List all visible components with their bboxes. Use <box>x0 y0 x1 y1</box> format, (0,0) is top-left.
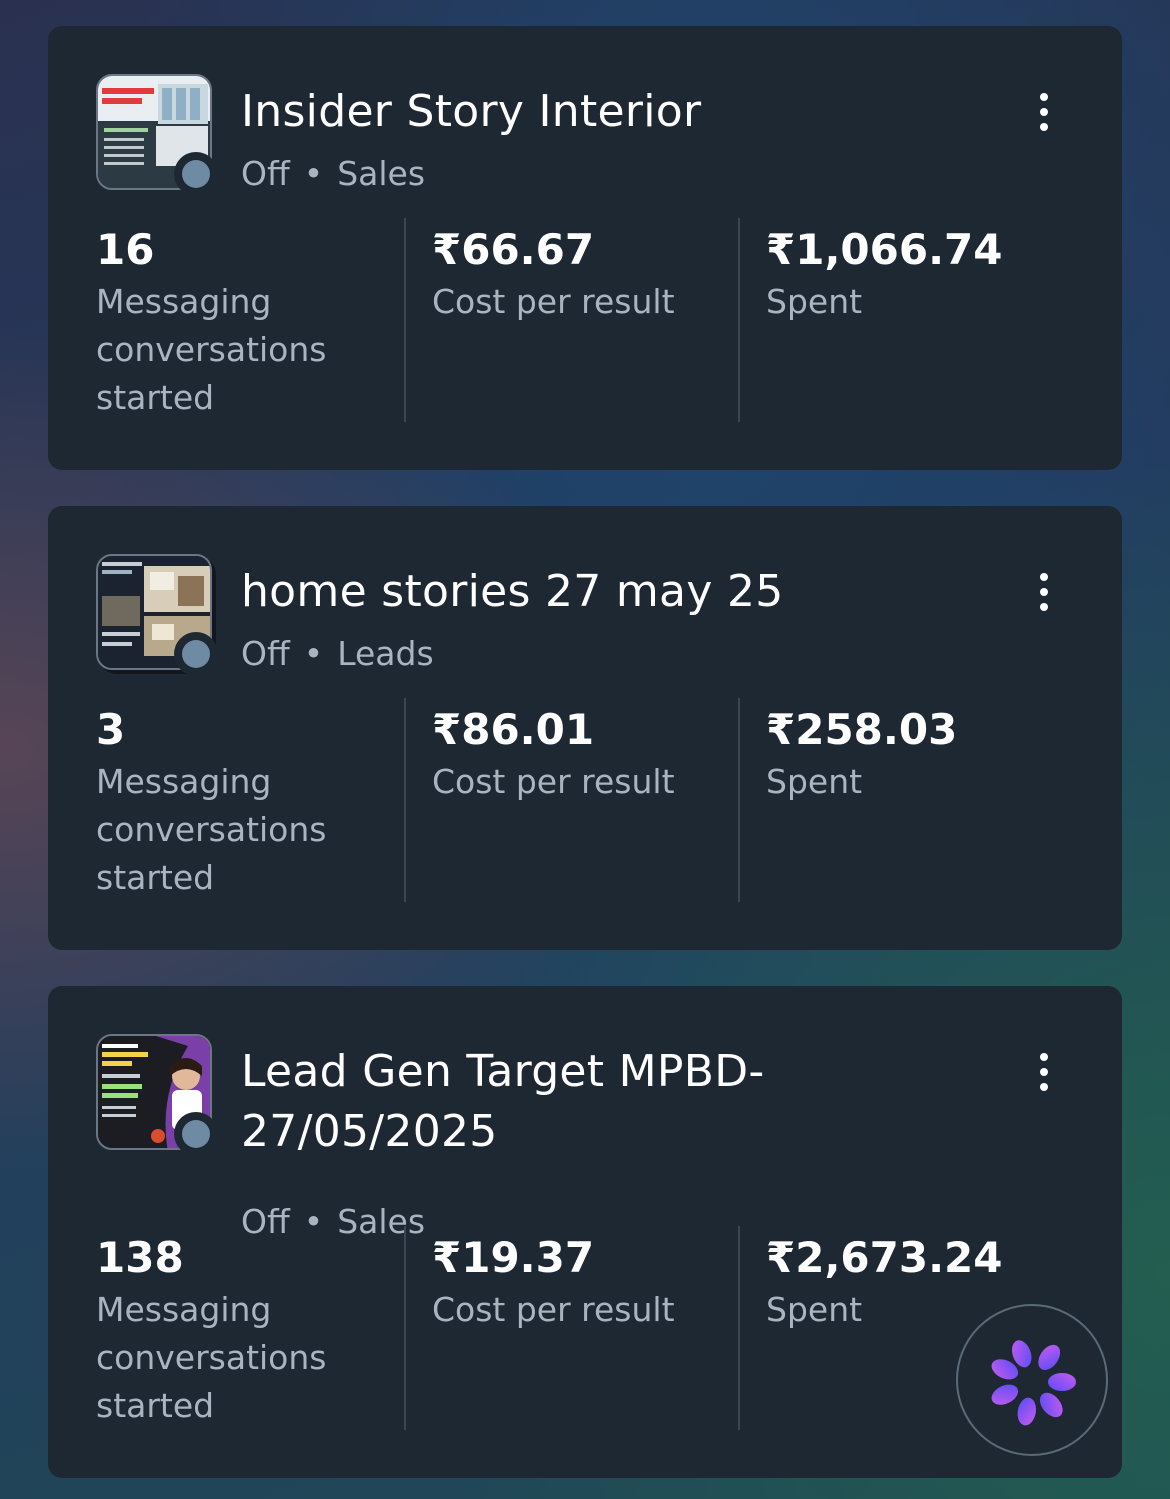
ai-assistant-button[interactable] <box>956 1304 1108 1456</box>
campaign-objective: Sales <box>337 154 426 193</box>
metric-value: 138 <box>96 1233 184 1282</box>
metric-label: Messaging conversations started <box>96 1290 327 1425</box>
status-indicator <box>174 1112 218 1156</box>
campaign-objective: Leads <box>337 634 434 673</box>
metric-value: ₹66.67 <box>432 225 595 274</box>
more-options-icon[interactable] <box>1024 82 1064 142</box>
metric-label: Messaging conversations started <box>96 762 327 897</box>
metric-value: 3 <box>96 705 126 754</box>
campaign-card[interactable]: Insider Story Interior Off • Sales 16 Mess… <box>48 26 1122 470</box>
metric-label: Cost per result <box>432 762 675 801</box>
campaign-thumbnail[interactable] <box>96 554 218 676</box>
more-options-icon[interactable] <box>1024 1042 1064 1102</box>
metric-value: 16 <box>96 225 155 274</box>
status-indicator <box>174 632 218 676</box>
campaign-thumbnail[interactable] <box>96 74 218 196</box>
metric-results: 16 Messaging conversations started <box>96 218 404 422</box>
campaign-subtitle: Off • Sales <box>241 152 425 196</box>
metric-results: 138 Messaging conversations started <box>96 1226 404 1430</box>
separator-dot: • <box>303 634 324 673</box>
metric-value: ₹86.01 <box>432 705 595 754</box>
metric-cost-per-result: ₹86.01 Cost per result <box>404 698 738 902</box>
delivery-status: Off <box>241 634 290 673</box>
campaign-title[interactable]: Insider Story Interior <box>241 82 861 142</box>
metric-value: ₹19.37 <box>432 1233 595 1282</box>
metric-cost-per-result: ₹66.67 Cost per result <box>404 218 738 422</box>
campaign-card[interactable]: home stories 27 may 25 Off • Leads 3 Messa… <box>48 506 1122 950</box>
metrics-row: 138 Messaging conversations started ₹19.… <box>96 1226 1074 1430</box>
delivery-status: Off <box>241 154 290 193</box>
metric-value: ₹258.03 <box>766 705 958 754</box>
metric-spent: ₹258.03 Spent <box>738 698 1072 902</box>
metric-label: Cost per result <box>432 282 675 321</box>
ai-assistant-icon <box>991 1340 1076 1426</box>
separator-dot: • <box>303 154 324 193</box>
status-indicator <box>174 152 218 196</box>
metrics-row: 3 Messaging conversations started ₹86.01… <box>96 698 1074 902</box>
metric-spent: ₹1,066.74 Spent <box>738 218 1072 422</box>
campaign-title[interactable]: Lead Gen Target MPBD-27/05/2025 <box>241 1042 861 1162</box>
metric-label: Cost per result <box>432 1290 675 1329</box>
campaign-thumbnail[interactable] <box>96 1034 218 1156</box>
metric-label: Spent <box>766 762 863 801</box>
campaign-subtitle: Off • Leads <box>241 632 434 676</box>
campaign-title[interactable]: home stories 27 may 25 <box>241 562 861 622</box>
more-options-icon[interactable] <box>1024 562 1064 622</box>
metric-value: ₹1,066.74 <box>766 225 1003 274</box>
metric-value: ₹2,673.24 <box>766 1233 1003 1282</box>
metric-label: Spent <box>766 282 863 321</box>
metric-results: 3 Messaging conversations started <box>96 698 404 902</box>
metric-cost-per-result: ₹19.37 Cost per result <box>404 1226 738 1430</box>
metric-label: Messaging conversations started <box>96 282 327 417</box>
metrics-row: 16 Messaging conversations started ₹66.6… <box>96 218 1074 422</box>
